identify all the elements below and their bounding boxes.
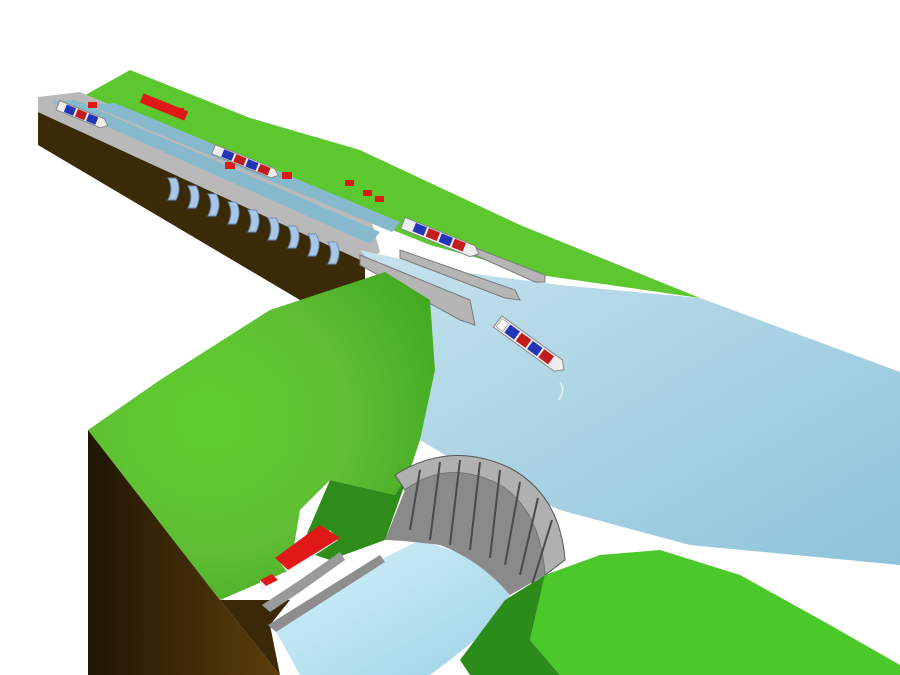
roof	[88, 102, 97, 108]
roof	[375, 196, 384, 202]
roof	[345, 180, 354, 186]
roof	[363, 190, 372, 196]
right-bank-grass	[530, 550, 900, 675]
dam-lock-scene	[38, 70, 900, 675]
roof	[175, 108, 184, 114]
roof	[282, 172, 292, 179]
